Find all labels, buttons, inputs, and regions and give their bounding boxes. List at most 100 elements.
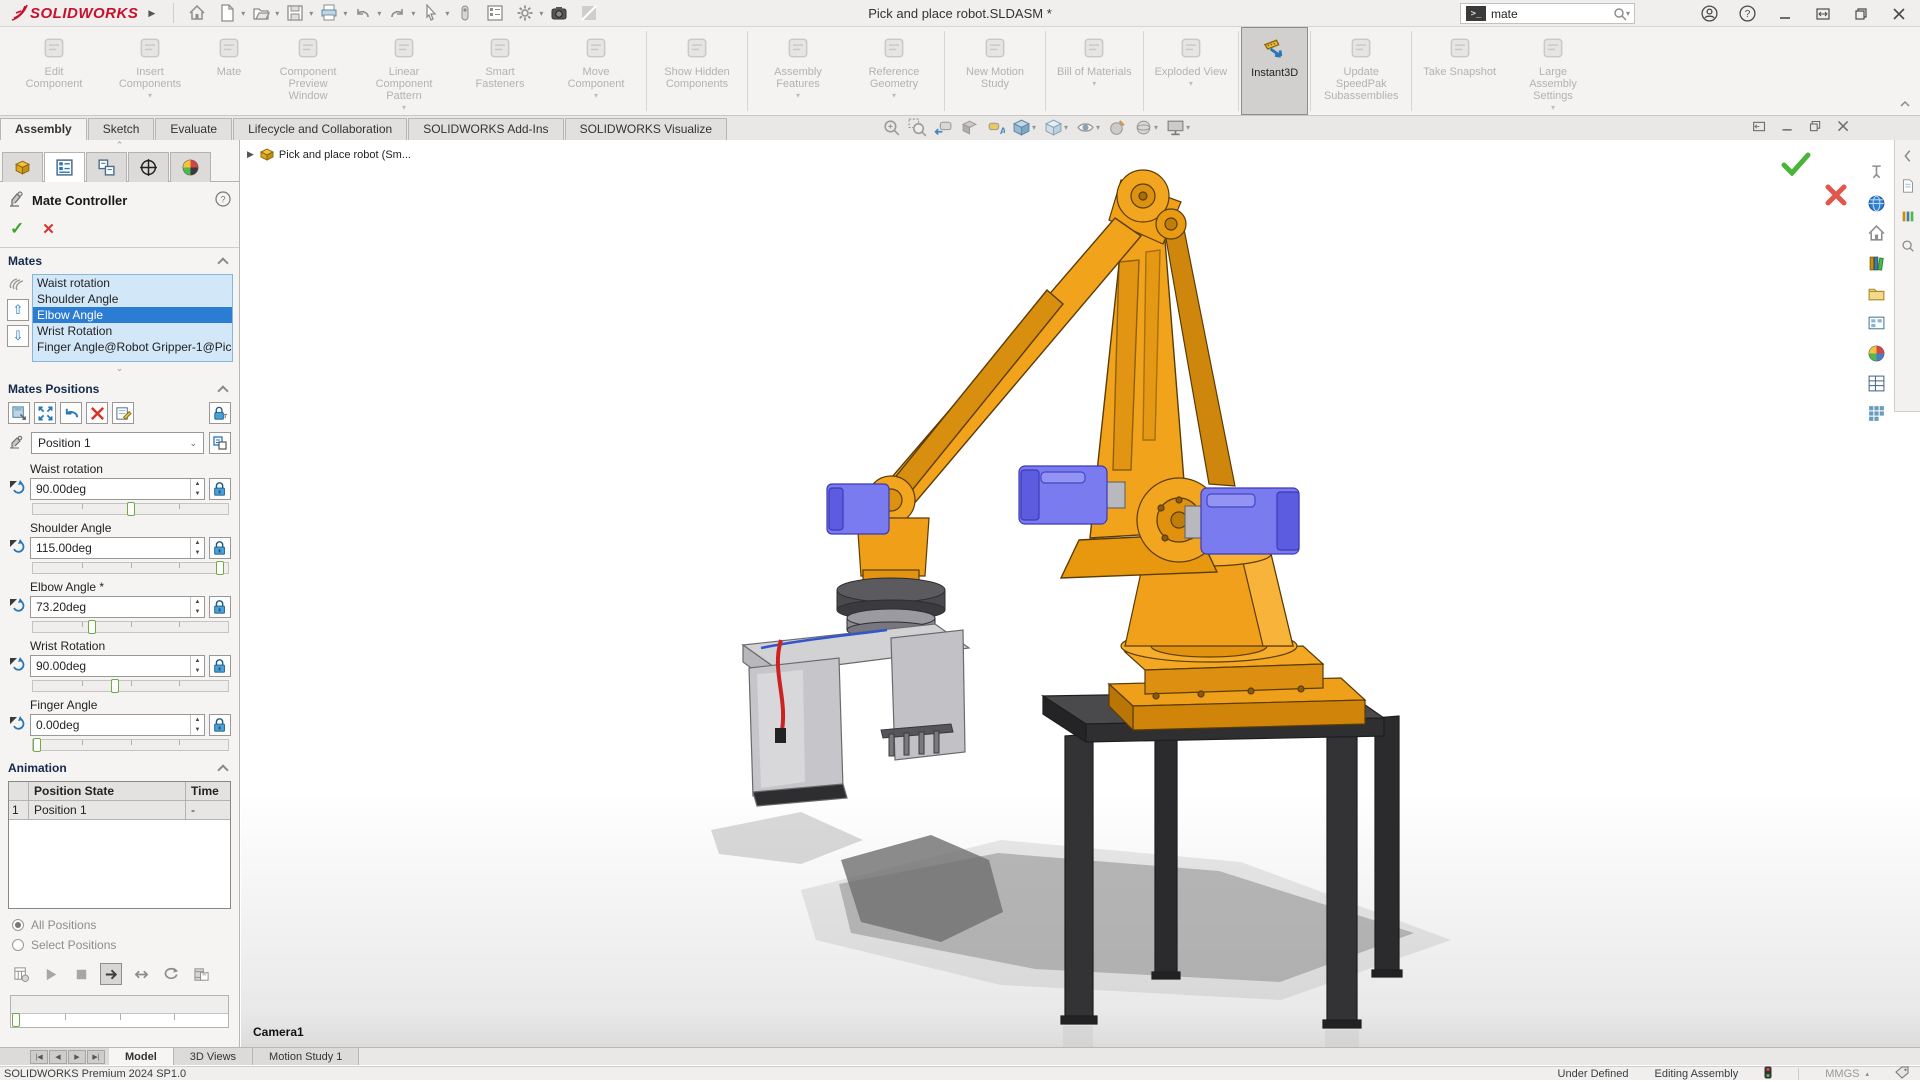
stop-button[interactable] <box>70 963 92 985</box>
panel-scroll-down-icon[interactable]: ⌄ <box>0 362 239 376</box>
view-orientation-icon[interactable]: ▾ <box>1012 118 1037 137</box>
search-doc-icon[interactable] <box>1900 238 1916 259</box>
delete-position-button[interactable] <box>86 402 108 424</box>
ribbon-edit-component[interactable]: Edit Component <box>6 27 102 115</box>
angle-value-input[interactable]: 90.00deg▲▼ <box>30 655 205 677</box>
search-dropdown-icon[interactable]: ▾ <box>1626 9 1630 18</box>
home-icon[interactable] <box>1867 224 1886 248</box>
slider-thumb[interactable] <box>216 561 224 575</box>
lock-angle-button[interactable] <box>209 537 231 559</box>
open-dropdown-icon[interactable]: ▾ <box>275 9 279 18</box>
spinner-up-icon[interactable]: ▲ <box>191 715 204 725</box>
search-input[interactable]: mate <box>1491 7 1613 21</box>
spinner-down-icon[interactable]: ▼ <box>191 725 204 735</box>
animation-section-header[interactable]: Animation <box>0 755 239 779</box>
hide-show-items-icon[interactable]: ▾ <box>1076 118 1101 137</box>
ribbon-bill-of-materials[interactable]: Bill of Materials▾ <box>1048 27 1141 115</box>
close-window-icon[interactable] <box>1836 119 1851 137</box>
display-style-dropdown-icon[interactable]: ▾ <box>1064 123 1068 132</box>
expand-triangle-icon[interactable]: ▶ <box>247 149 254 160</box>
angle-value[interactable]: 90.00deg <box>31 659 190 673</box>
view-settings-icon[interactable]: ▾ <box>1166 118 1191 137</box>
performance-traffic-light-icon[interactable] <box>1764 1066 1772 1082</box>
value-spinner[interactable]: ▲▼ <box>190 538 204 558</box>
ribbon-linear-component-pattern[interactable]: Linear Component Pattern▾ <box>356 27 452 115</box>
angle-value[interactable]: 0.00deg <box>31 718 190 732</box>
animation-table[interactable]: Position StateTime1Position 1- <box>8 781 231 909</box>
section-view-icon[interactable] <box>960 118 979 137</box>
tab-lifecycle-and-collaboration[interactable]: Lifecycle and Collaboration <box>233 118 407 140</box>
spinner-down-icon[interactable]: ▼ <box>191 548 204 558</box>
ribbon-collapse-icon[interactable] <box>1900 95 1910 113</box>
select-cursor-dropdown-icon[interactable]: ▾ <box>445 9 449 18</box>
lock-angle-button[interactable] <box>209 596 231 618</box>
mates-section-header[interactable]: Mates <box>0 248 239 272</box>
angle-slider[interactable] <box>32 621 229 633</box>
viewport-breadcrumb[interactable]: ▶ Pick and place robot (Sm... <box>247 148 411 161</box>
previous-view-icon[interactable] <box>934 118 953 137</box>
undo-dropdown-icon[interactable]: ▾ <box>377 9 381 18</box>
angle-value[interactable]: 90.00deg <box>31 482 190 496</box>
slider-thumb[interactable] <box>127 502 135 516</box>
properties-table-icon[interactable] <box>1867 374 1886 398</box>
redo-icon[interactable] <box>384 2 410 24</box>
reciprocate-button[interactable] <box>130 963 152 985</box>
minimize-window-icon[interactable] <box>1780 119 1795 137</box>
zoom-area-icon[interactable] <box>908 118 927 137</box>
zoom-fit-icon[interactable] <box>882 118 901 137</box>
select-cursor-icon[interactable] <box>418 2 444 24</box>
dropdown-arrow-icon[interactable]: ▾ <box>148 91 152 100</box>
open-icon[interactable] <box>248 2 274 24</box>
ribbon-update-speedpak-subassemblies[interactable]: Update SpeedPak Subassemblies <box>1313 27 1409 115</box>
ribbon-exploded-view[interactable]: Exploded View▾ <box>1146 27 1237 115</box>
spinner-up-icon[interactable]: ▲ <box>191 538 204 548</box>
angle-value[interactable]: 115.00deg <box>31 541 190 555</box>
dock-propertymanager-icon[interactable] <box>1752 119 1767 137</box>
play-button[interactable] <box>40 963 62 985</box>
tab-solidworks-add-ins[interactable]: SOLIDWORKS Add-Ins <box>408 118 563 140</box>
panel-tab-configuration-manager[interactable] <box>86 152 127 182</box>
value-spinner[interactable]: ▲▼ <box>190 597 204 617</box>
settings-gear-dropdown-icon[interactable]: ▾ <box>539 9 543 18</box>
save-animation-button[interactable] <box>190 963 212 985</box>
ribbon-move-component[interactable]: Move Component▾ <box>548 27 644 115</box>
ribbon-insert-components[interactable]: Insert Components▾ <box>102 27 198 115</box>
spinner-down-icon[interactable]: ▼ <box>191 489 204 499</box>
edit-position-button[interactable] <box>112 402 134 424</box>
spinner-up-icon[interactable]: ▲ <box>191 597 204 607</box>
design-library-small-icon[interactable] <box>1900 208 1916 229</box>
edit-appearance-icon[interactable] <box>1108 118 1127 137</box>
add-position-button[interactable] <box>8 402 30 424</box>
next-tab-icon[interactable]: ▶ <box>68 1050 86 1064</box>
hide-annotations-icon[interactable]: A <box>986 118 1005 137</box>
print-icon[interactable] <box>316 2 342 24</box>
ribbon-component-preview-window[interactable]: Component Preview Window <box>260 27 356 115</box>
dropdown-arrow-icon[interactable]: ▾ <box>1092 79 1096 88</box>
display-style-icon[interactable]: ▾ <box>1044 118 1069 137</box>
ribbon-new-motion-study[interactable]: New Motion Study <box>947 27 1043 115</box>
dropdown-arrow-icon[interactable]: ▾ <box>594 91 598 100</box>
collapse-taskpane-icon[interactable] <box>1900 148 1916 169</box>
animation-bar-thumb[interactable] <box>12 1013 20 1027</box>
animation-progress-bar[interactable] <box>10 995 229 1028</box>
minimize-button[interactable] <box>1768 2 1802 26</box>
tab-solidworks-visualize[interactable]: SOLIDWORKS Visualize <box>565 118 728 140</box>
dropdown-arrow-icon[interactable]: ▾ <box>1551 103 1555 112</box>
mate-list-item[interactable]: Elbow Angle <box>33 307 232 323</box>
doc-tab-motion-study-1[interactable]: Motion Study 1 <box>253 1048 359 1065</box>
view-orientation-dropdown-icon[interactable]: ▾ <box>1032 123 1036 132</box>
appearances-wheel-icon[interactable] <box>1867 344 1886 368</box>
play-forward-button[interactable] <box>100 963 122 985</box>
radio-icon[interactable] <box>12 939 24 951</box>
span-displays-button[interactable] <box>1806 2 1840 26</box>
animation-settings-button[interactable] <box>10 963 32 985</box>
ribbon-mate[interactable]: Mate <box>198 27 260 115</box>
undo-position-button[interactable] <box>60 402 82 424</box>
viewport-cancel-x-icon[interactable] <box>1825 184 1847 211</box>
save-icon[interactable] <box>282 2 308 24</box>
spinner-up-icon[interactable]: ▲ <box>191 656 204 666</box>
redo-dropdown-icon[interactable]: ▾ <box>411 9 415 18</box>
help-icon[interactable]: ? <box>1730 2 1764 26</box>
new-document-dropdown-icon[interactable]: ▾ <box>241 9 245 18</box>
move-up-button[interactable]: ⇧ <box>7 299 29 321</box>
